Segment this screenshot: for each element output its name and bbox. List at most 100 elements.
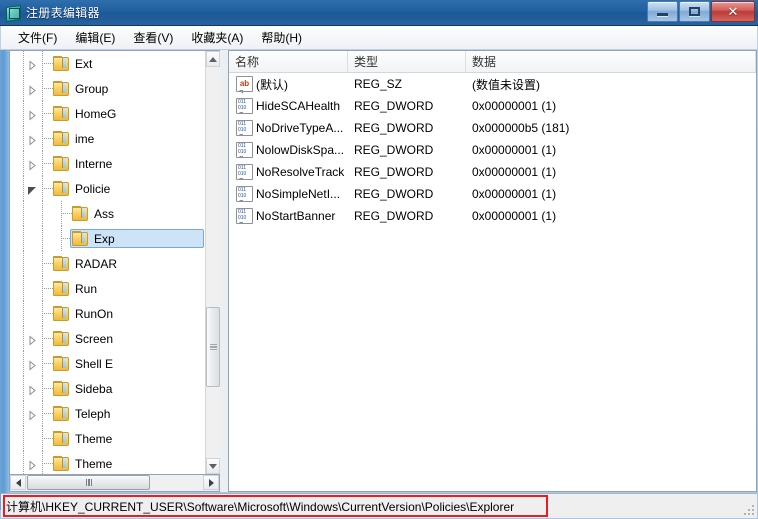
folder-icon — [53, 131, 69, 146]
tree-item[interactable]: Ext — [10, 51, 206, 76]
close-button[interactable]: ✕ — [711, 1, 755, 22]
cell-name: NoDriveTypeA... — [256, 121, 344, 135]
tree-item[interactable]: ime — [10, 126, 206, 151]
tree-item[interactable]: Ass — [10, 201, 206, 226]
tree-guide-line — [23, 201, 24, 226]
tree-item[interactable]: RADAR — [10, 251, 206, 276]
tree-item-label: Theme — [75, 431, 113, 446]
tree-item[interactable]: Interne — [10, 151, 206, 176]
horizontal-scroll-thumb[interactable] — [27, 475, 150, 490]
scroll-right-button[interactable] — [203, 475, 219, 490]
tree-guide-line — [23, 51, 24, 76]
tree-item[interactable]: RunOn — [10, 301, 206, 326]
tree-expand-arrow-closed[interactable] — [27, 158, 38, 171]
tree-guide-line — [23, 251, 24, 276]
folder-icon — [53, 406, 69, 421]
tree-expand-arrow-closed[interactable] — [27, 458, 38, 471]
window-left-edge — [0, 50, 9, 510]
chevron-down-icon — [209, 463, 217, 469]
cell-data: (数值未设置) — [472, 77, 540, 92]
menu-view[interactable]: 查看(V) — [124, 26, 182, 49]
tree-item[interactable]: Theme — [10, 451, 206, 474]
tree-item-label: Screen — [75, 331, 114, 346]
minimize-button[interactable] — [647, 1, 678, 22]
menu-bar: 文件(F) 编辑(E) 查看(V) 收藏夹(A) 帮助(H) — [1, 26, 757, 50]
tree-item[interactable]: Exp — [10, 226, 206, 251]
tree-item[interactable]: Teleph — [10, 401, 206, 426]
tree-guide-line — [23, 376, 24, 401]
menu-favorites[interactable]: 收藏夹(A) — [182, 26, 252, 49]
tree-expand-arrow-closed[interactable] — [27, 108, 38, 121]
tree-expand-arrow-open[interactable] — [27, 183, 38, 195]
folder-icon — [53, 56, 69, 71]
registry-value-row[interactable]: 011 010 HideSCAHealth REG_DWORD 0x00000001 (… — [229, 95, 756, 117]
folder-icon — [53, 81, 69, 96]
cell-type: REG_DWORD — [354, 99, 434, 113]
tree-item[interactable]: Screen — [10, 326, 206, 351]
registry-value-row[interactable]: 011 010 NoDriveTypeA... REG_DWORD 0x000000b5… — [229, 117, 756, 139]
maximize-icon — [689, 7, 700, 16]
folder-icon — [53, 106, 69, 121]
tree-guide-line — [23, 151, 24, 176]
menu-edit[interactable]: 编辑(E) — [66, 26, 124, 49]
tree-item-label: Shell E — [75, 356, 114, 371]
dword-value-icon: 011 010 — [236, 164, 253, 180]
tree-vertical-scrollbar[interactable] — [205, 51, 220, 474]
cell-data: 0x00000001 (1) — [472, 209, 557, 223]
scroll-down-button[interactable] — [206, 458, 220, 474]
tree-expand-arrow-closed[interactable] — [27, 358, 38, 371]
string-value-icon: ab — [236, 76, 253, 94]
cell-name: NoResolveTrack — [256, 165, 345, 179]
maximize-button[interactable] — [679, 1, 710, 22]
tree-item[interactable]: Shell E — [10, 351, 206, 376]
registry-value-row[interactable]: 011 010 NoSimpleNetI... REG_DWORD 0x00000001… — [229, 183, 756, 205]
tree-item-label: RunOn — [75, 306, 114, 321]
tree-item[interactable]: Theme — [10, 426, 206, 451]
list-column-headers: 名称 类型 数据 — [229, 51, 756, 73]
registry-value-row[interactable]: 011 010 NoResolveTrack REG_DWORD 0x00000001 … — [229, 161, 756, 183]
registry-values-panel[interactable]: 名称 类型 数据 ab (默认) REG_SZ (数值未设置) 011 010 HideSCAH… — [228, 50, 757, 492]
column-name[interactable]: 名称 — [229, 51, 348, 72]
menu-file[interactable]: 文件(F) — [9, 26, 66, 49]
tree-expand-arrow-closed[interactable] — [27, 83, 38, 96]
registry-value-row[interactable]: ab (默认) REG_SZ (数值未设置) — [229, 73, 756, 95]
tree-item-label: Sideba — [75, 381, 113, 396]
tree-item[interactable]: Policie — [10, 176, 206, 201]
folder-icon — [53, 456, 69, 471]
menu-help[interactable]: 帮助(H) — [252, 26, 311, 49]
registry-tree-panel[interactable]: Ext Group HomeG ime Interne Policie Ass Exp RADA… — [9, 50, 220, 475]
folder-icon — [53, 356, 69, 371]
tree-guide-line — [42, 226, 43, 251]
panel-splitter[interactable] — [220, 50, 228, 492]
tree-expand-arrow-closed[interactable] — [27, 333, 38, 346]
registry-value-row[interactable]: 011 010 NolowDiskSpa... REG_DWORD 0x00000001… — [229, 139, 756, 161]
resize-grip-icon[interactable] — [742, 503, 754, 515]
tree-expand-arrow-closed[interactable] — [27, 58, 38, 71]
window-title: 注册表编辑器 — [26, 6, 100, 20]
dword-value-icon: 011 010 — [236, 98, 253, 114]
tree-expand-arrow-closed[interactable] — [27, 383, 38, 396]
tree-item[interactable]: HomeG — [10, 101, 206, 126]
registry-path: 计算机\HKEY_CURRENT_USER\Software\Microsoft… — [6, 499, 515, 514]
folder-icon — [53, 156, 69, 171]
column-type[interactable]: 类型 — [348, 51, 466, 72]
tree-expand-arrow-closed[interactable] — [27, 408, 38, 421]
scroll-left-button[interactable] — [10, 475, 26, 490]
tree-item[interactable]: Group — [10, 76, 206, 101]
tree-expand-arrow-closed[interactable] — [27, 133, 38, 146]
tree-guide-line — [23, 226, 24, 251]
tree-item[interactable]: Sideba — [10, 376, 206, 401]
folder-icon — [53, 431, 69, 446]
scroll-up-button[interactable] — [206, 51, 220, 67]
tree-horizontal-scrollbar[interactable] — [9, 475, 220, 492]
chevron-right-icon — [208, 478, 214, 487]
registry-value-row[interactable]: 011 010 NoStartBanner REG_DWORD 0x00000001 (… — [229, 205, 756, 227]
tree-item-label: RADAR — [75, 256, 118, 271]
tree-item[interactable]: Run — [10, 276, 206, 301]
title-bar[interactable]: 注册表编辑器 ✕ — [0, 0, 758, 26]
tree-item-label: Ass — [94, 206, 115, 221]
tree-guide-line — [23, 176, 24, 201]
column-data[interactable]: 数据 — [466, 51, 756, 72]
folder-icon — [53, 331, 69, 346]
vertical-scroll-thumb[interactable] — [206, 307, 220, 387]
